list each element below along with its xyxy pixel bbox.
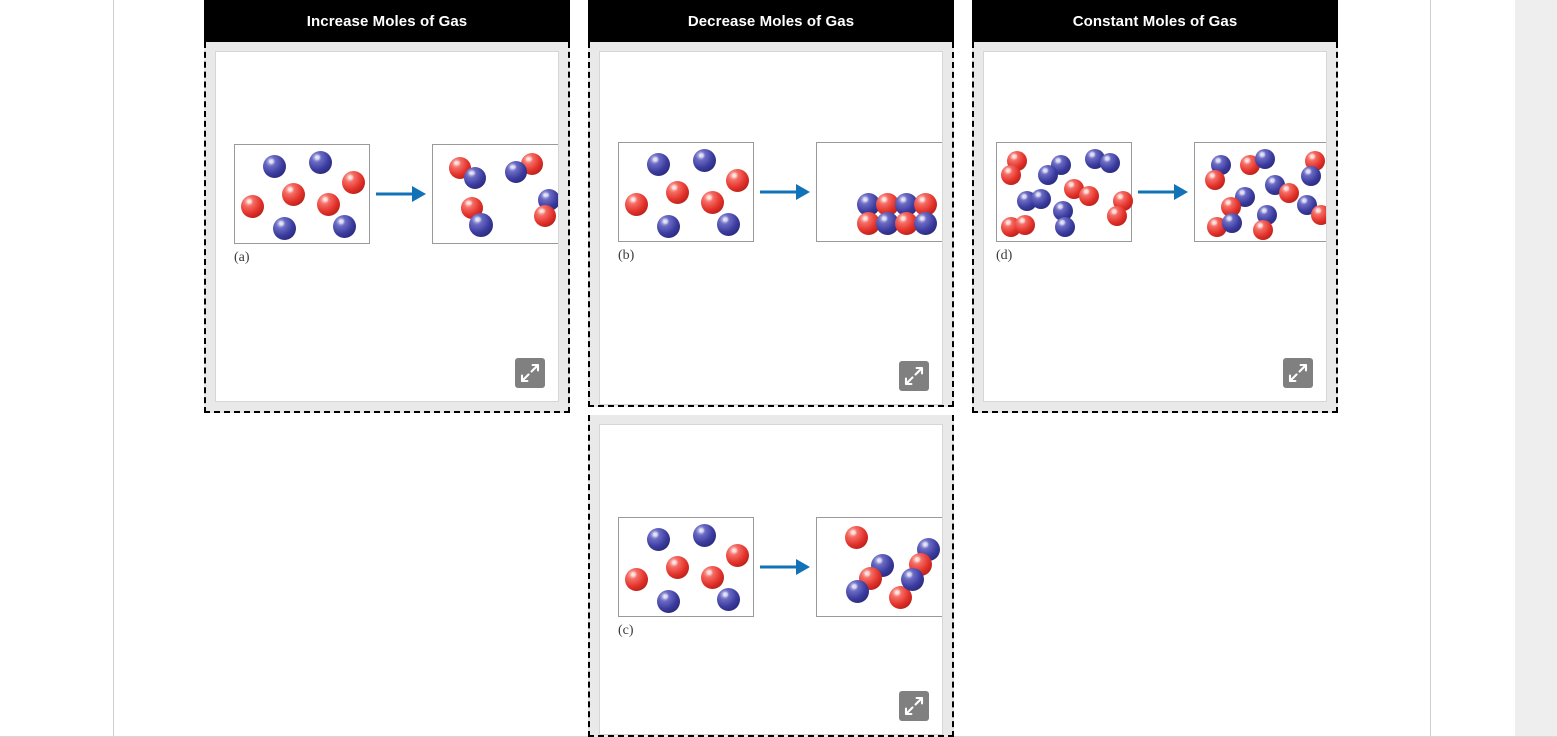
atom-red bbox=[625, 193, 648, 216]
atom-red bbox=[726, 544, 749, 567]
atom-blue bbox=[693, 524, 716, 547]
column-header-decrease: Decrease Moles of Gas bbox=[588, 0, 954, 42]
molecule-box-b-before bbox=[618, 142, 754, 242]
atom-red bbox=[845, 526, 868, 549]
figure-d-row bbox=[996, 142, 1326, 242]
atom-red bbox=[1253, 220, 1273, 240]
figure-d: (d) bbox=[996, 142, 1326, 264]
atom-blue bbox=[693, 149, 716, 172]
panel-card-a[interactable]: (a) bbox=[215, 51, 559, 402]
atom-red bbox=[241, 195, 264, 218]
atom-blue bbox=[309, 151, 332, 174]
atom-red bbox=[534, 205, 556, 227]
column-header-increase: Increase Moles of Gas bbox=[204, 0, 570, 42]
panel-card-c[interactable]: (c) bbox=[599, 424, 943, 735]
right-margin-rule bbox=[1430, 0, 1431, 737]
reaction-arrow-a bbox=[370, 180, 432, 208]
atom-blue bbox=[1031, 189, 1051, 209]
atom-red bbox=[625, 568, 648, 591]
reaction-arrow-c bbox=[754, 553, 816, 581]
atom-red bbox=[666, 181, 689, 204]
reaction-arrow-b bbox=[754, 178, 816, 206]
atom-blue bbox=[1301, 166, 1321, 186]
atom-red bbox=[666, 556, 689, 579]
expand-arrows-icon[interactable] bbox=[899, 691, 929, 721]
figure-c-row bbox=[618, 517, 942, 617]
atom-blue bbox=[657, 215, 680, 238]
column-body-decrease-b: (b) bbox=[588, 42, 954, 407]
atom-blue bbox=[1222, 213, 1242, 233]
figure-label-b: (b) bbox=[618, 248, 635, 263]
comparison-columns: Increase Moles of Gas (a) Decrease Moles… bbox=[204, 0, 1338, 737]
atom-blue bbox=[914, 212, 937, 235]
atom-red bbox=[1279, 183, 1299, 203]
atom-blue bbox=[505, 161, 527, 183]
expand-arrows-icon[interactable] bbox=[515, 358, 545, 388]
atom-red bbox=[1107, 206, 1127, 226]
atom-blue bbox=[647, 528, 670, 551]
column-body-decrease-c: (c) bbox=[588, 415, 954, 737]
column-body-constant: (d) bbox=[972, 42, 1338, 413]
atom-blue bbox=[657, 590, 680, 613]
atom-blue bbox=[846, 580, 869, 603]
atom-blue bbox=[263, 155, 286, 178]
molecule-box-c-after bbox=[816, 517, 942, 617]
molecule-box-a-before bbox=[234, 144, 370, 244]
figure-label-d: (d) bbox=[996, 248, 1013, 263]
atom-red bbox=[726, 169, 749, 192]
atom-blue bbox=[1100, 153, 1120, 173]
molecule-box-b-after bbox=[816, 142, 942, 242]
atom-blue bbox=[717, 213, 740, 236]
atom-red bbox=[1001, 165, 1021, 185]
atom-red bbox=[1205, 170, 1225, 190]
atom-red bbox=[1079, 186, 1099, 206]
molecule-box-d-after bbox=[1194, 142, 1326, 242]
atom-red bbox=[317, 193, 340, 216]
panel-gap bbox=[588, 407, 954, 415]
atom-red bbox=[282, 183, 305, 206]
atom-red bbox=[701, 566, 724, 589]
column-constant-moles: Constant Moles of Gas (d) bbox=[972, 0, 1338, 413]
column-decrease-moles: Decrease Moles of Gas (b) (c) bbox=[588, 0, 954, 737]
reaction-arrow-d bbox=[1132, 178, 1194, 206]
molecule-box-a-after bbox=[432, 144, 558, 244]
atom-blue bbox=[647, 153, 670, 176]
atom-blue bbox=[1038, 165, 1058, 185]
atom-blue bbox=[1255, 149, 1275, 169]
atom-blue bbox=[1055, 217, 1075, 237]
page-root: Increase Moles of Gas (a) Decrease Moles… bbox=[0, 0, 1557, 737]
atom-blue bbox=[464, 167, 486, 189]
atom-red bbox=[1015, 215, 1035, 235]
atom-blue bbox=[717, 588, 740, 611]
right-edge-gutter bbox=[1515, 0, 1557, 737]
figure-label-a: (a) bbox=[234, 250, 250, 265]
column-header-constant: Constant Moles of Gas bbox=[972, 0, 1338, 42]
figure-b: (b) bbox=[618, 142, 942, 264]
atom-blue bbox=[469, 213, 493, 237]
column-increase-moles: Increase Moles of Gas (a) bbox=[204, 0, 570, 413]
atom-blue bbox=[901, 568, 924, 591]
expand-arrows-icon[interactable] bbox=[1283, 358, 1313, 388]
expand-arrows-icon[interactable] bbox=[899, 361, 929, 391]
atom-red bbox=[1311, 205, 1326, 225]
molecule-box-d-before bbox=[996, 142, 1133, 242]
molecule-box-c-before bbox=[618, 517, 754, 617]
atom-blue bbox=[333, 215, 356, 238]
left-margin-rule bbox=[113, 0, 114, 737]
figure-b-row bbox=[618, 142, 942, 242]
column-body-increase: (a) bbox=[204, 42, 570, 413]
panel-card-d[interactable]: (d) bbox=[983, 51, 1327, 402]
figure-a-row bbox=[234, 144, 558, 244]
atom-blue bbox=[273, 217, 296, 240]
figure-c: (c) bbox=[618, 517, 942, 639]
figure-label-c: (c) bbox=[618, 623, 634, 638]
figure-a: (a) bbox=[234, 144, 558, 266]
panel-card-b[interactable]: (b) bbox=[599, 51, 943, 405]
atom-red bbox=[342, 171, 365, 194]
atom-red bbox=[701, 191, 724, 214]
